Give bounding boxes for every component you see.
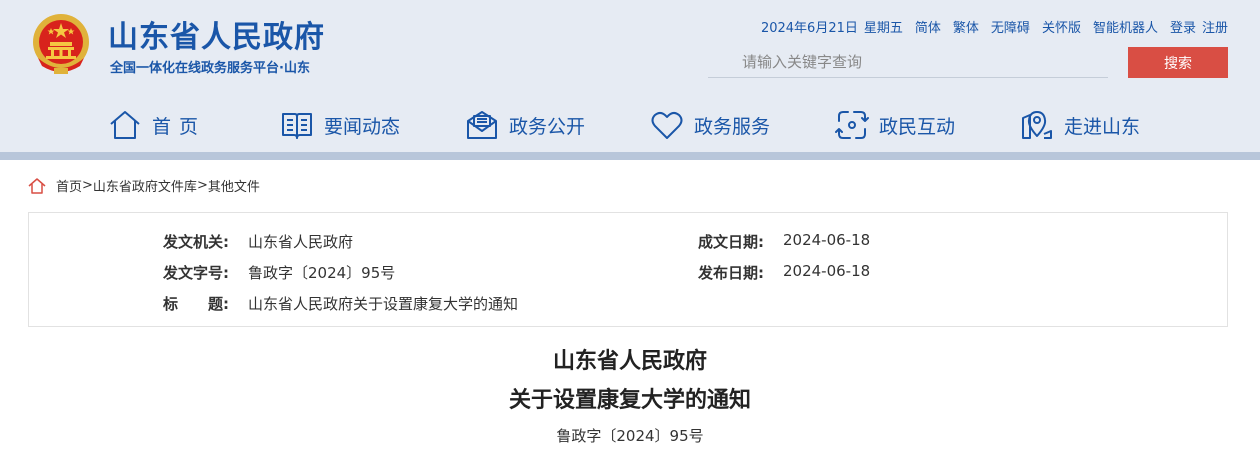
site-subtitle[interactable]: 全国一体化在线政务服务平台·山东 (110, 57, 310, 76)
nav-item-home[interactable]: 首页 (108, 104, 206, 146)
register-link[interactable]: 注册 (1202, 17, 1228, 36)
login-link[interactable]: 登录 (1170, 17, 1196, 36)
search-input[interactable] (708, 47, 1108, 78)
nav-label: 走进山东 (1064, 115, 1141, 138)
title-value: 山东省人民政府关于设置康复大学的通知 (248, 295, 519, 313)
doc-number-label: 发文字号: (163, 264, 229, 282)
issuer-label: 发文机关: (163, 233, 229, 251)
nav-label: 要闻动态 (324, 115, 401, 138)
heart-icon (651, 111, 683, 139)
nav-item-services[interactable]: 政务服务 (650, 104, 770, 146)
current-weekday: 星期五 (863, 21, 903, 36)
simplified-link[interactable]: 简体 (915, 17, 941, 36)
document-number: 鲁政字〔2024〕95号 (556, 427, 704, 445)
document-metadata: 发文机关: 山东省人民政府 发文字号: 鲁政字〔2024〕95号 标 题: 山东… (28, 212, 1228, 327)
title-label: 标 题: (163, 295, 229, 313)
national-emblem-icon (33, 14, 89, 74)
nav-item-open-gov[interactable]: 政务公开 (465, 104, 585, 146)
nav-item-about-shandong[interactable]: 走进山东 (1020, 104, 1140, 146)
publish-date-label: 发布日期: (698, 264, 764, 282)
breadcrumb-current[interactable]: 其他文件 (208, 176, 260, 195)
header-divider (0, 152, 1260, 160)
written-date-label: 成文日期: (698, 233, 764, 251)
accessibility-link[interactable]: 无障碍 (991, 17, 1030, 36)
traditional-link[interactable]: 繁体 (953, 17, 979, 36)
nav-item-interaction[interactable]: 政民互动 (835, 104, 955, 146)
nav-label: 政民互动 (879, 115, 956, 138)
main-nav: 首页 要闻动态 政务公开 政务服务 政民互动 走进山东 (0, 104, 1260, 146)
current-date: 2024年6月21日 (760, 21, 858, 36)
mail-icon (467, 111, 497, 139)
robot-link[interactable]: 智能机器人 (1093, 17, 1158, 36)
breadcrumb-home[interactable]: 首页 (56, 176, 82, 195)
document-title-line1: 山东省人民政府 (552, 349, 707, 374)
issuer-value: 山东省人民政府 (248, 233, 354, 251)
location-icon (1022, 111, 1052, 139)
breadcrumb: 首页 > 山东省政府文件库 > 其他文件 (28, 176, 260, 195)
site-title[interactable]: 山东省人民政府 (108, 12, 325, 56)
nav-item-news[interactable]: 要闻动态 (280, 104, 400, 146)
book-icon (282, 113, 312, 139)
exchange-icon (835, 111, 869, 139)
nav-label: 首页 (152, 115, 207, 138)
elderly-mode-link[interactable]: 关怀版 (1042, 17, 1081, 36)
home-icon (28, 177, 46, 194)
breadcrumb-separator: > (196, 178, 208, 193)
document-title-line2: 关于设置康复大学的通知 (508, 388, 751, 413)
nav-label: 政务服务 (694, 115, 771, 138)
nav-label: 政务公开 (509, 115, 586, 138)
top-links: 2024年6月21日 星期五 简体 繁体 无障碍 关怀版 智能机器人 登录 注册 (761, 17, 1228, 36)
search-button[interactable]: 搜索 (1128, 47, 1228, 78)
doc-number-value: 鲁政字〔2024〕95号 (248, 264, 396, 282)
home-icon (110, 111, 140, 139)
written-date-value: 2024-06-18 (783, 231, 871, 249)
breadcrumb-separator: > (82, 178, 93, 193)
breadcrumb-library[interactable]: 山东省政府文件库 (93, 176, 197, 195)
publish-date-value: 2024-06-18 (783, 262, 871, 280)
